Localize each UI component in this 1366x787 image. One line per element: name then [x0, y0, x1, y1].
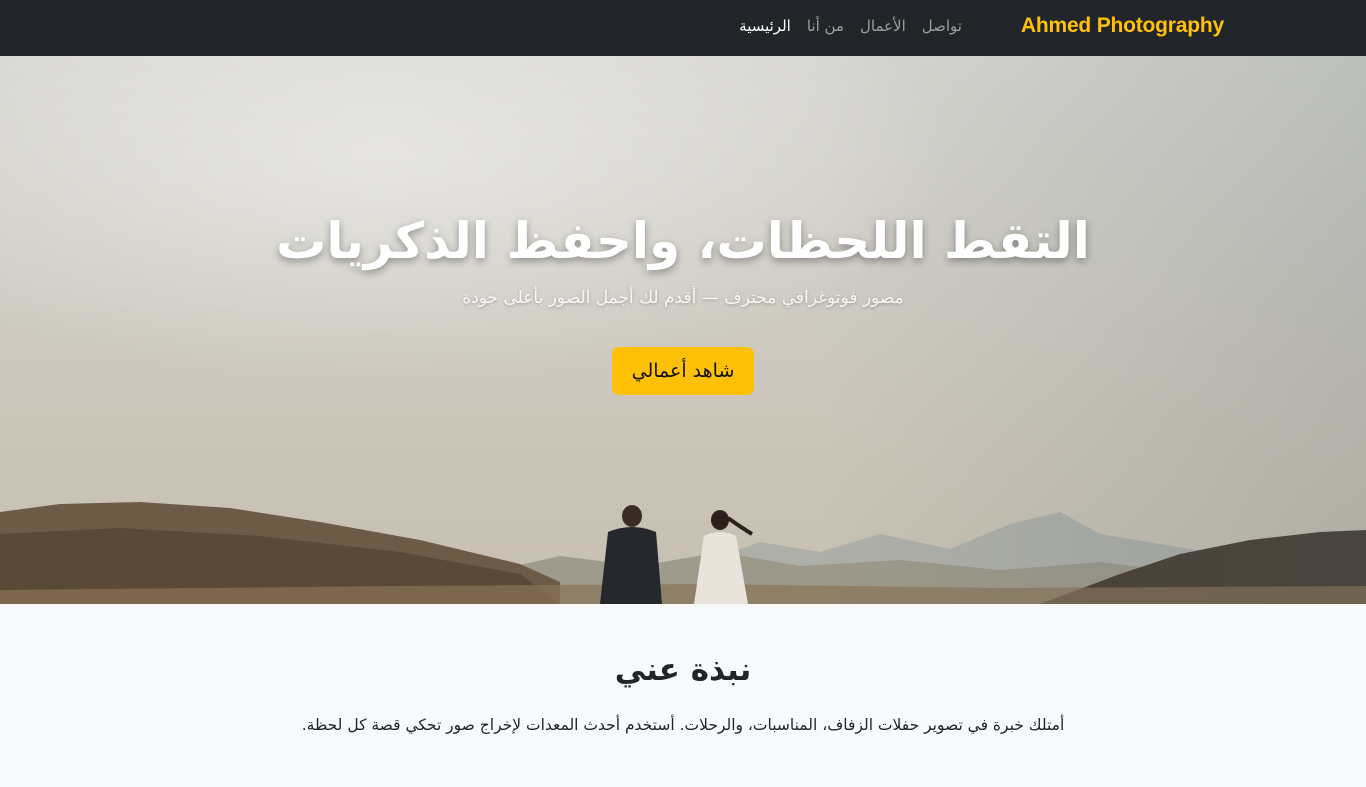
about-section: نبذة عني أمتلك خبرة في تصوير حفلات الزفا… — [0, 604, 1366, 787]
nav-link-home[interactable]: الرئيسية — [739, 17, 791, 35]
nav-link-portfolio[interactable]: الأعمال — [860, 17, 906, 35]
about-title: نبذة عني — [614, 652, 752, 688]
hero-section: التقط اللحظات، واحفظ الذكريات مصور فوتوغ… — [0, 56, 1366, 604]
about-text: أمتلك خبرة في تصوير حفلات الزفاف، المناس… — [301, 716, 1065, 734]
view-portfolio-button[interactable]: شاهد أعمالي — [612, 347, 754, 395]
hero-title: التقط اللحظات، واحفظ الذكريات — [276, 212, 1090, 270]
nav-link-contact[interactable]: تواصل — [922, 17, 962, 35]
nav-menu: الرئيسية من أنا الأعمال تواصل — [739, 16, 962, 35]
navbar: Ahmed Photography الرئيسية من أنا الأعما… — [0, 0, 1366, 56]
nav-link-about[interactable]: من أنا — [807, 17, 844, 35]
hero-content: التقط اللحظات، واحفظ الذكريات مصور فوتوغ… — [0, 56, 1366, 604]
brand-logo-link[interactable]: Ahmed Photography — [1021, 14, 1224, 38]
hero-subtitle: مصور فوتوغرافي محترف — أقدم لك أجمل الصو… — [462, 288, 904, 308]
